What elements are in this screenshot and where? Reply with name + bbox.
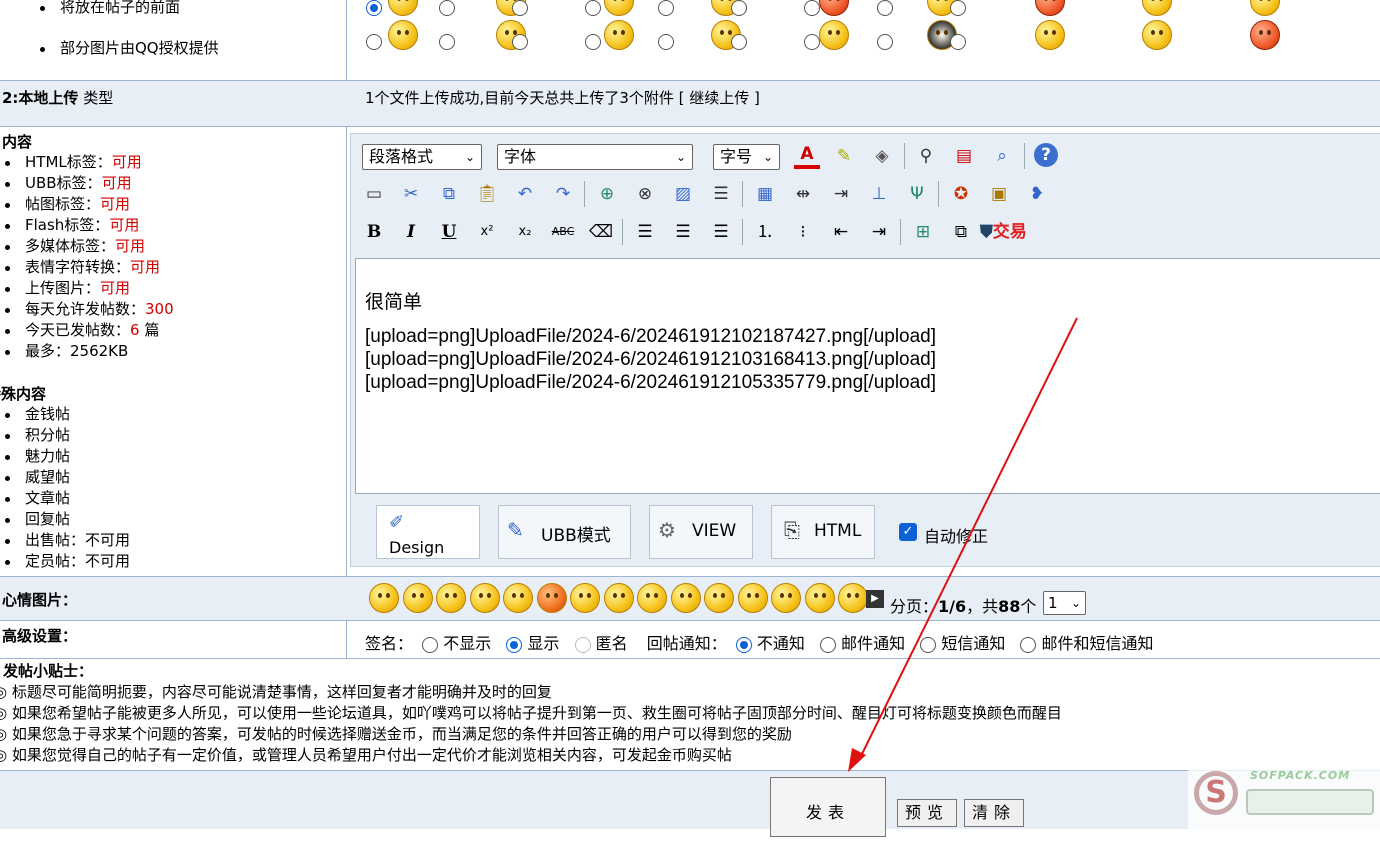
annotation-arrow bbox=[848, 317, 1078, 772]
